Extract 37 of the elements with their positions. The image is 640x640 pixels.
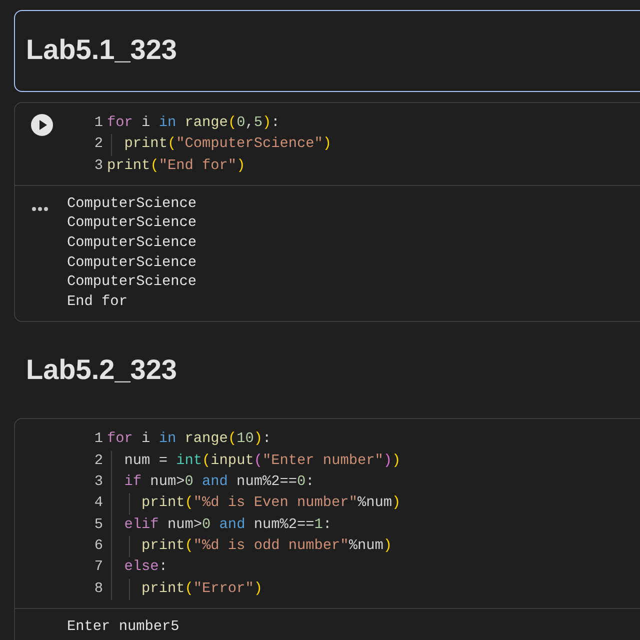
code-line: print("%d is Even number"%num) [107, 493, 401, 515]
text-cell[interactable]: Lab5.1_323 [14, 10, 640, 92]
text-cell[interactable]: Lab5.2_323 [14, 330, 640, 412]
output-line: ComputerScience [67, 254, 197, 273]
code-line: num = int(input("Enter number")) [107, 450, 401, 472]
line-number: 5 [93, 516, 104, 535]
code-line: for i in range(10): [107, 430, 272, 450]
code-line: print("End for") [107, 156, 246, 176]
line-number: 2 [93, 135, 104, 154]
code-line: print("ComputerScience") [107, 134, 332, 156]
line-number: 3 [93, 156, 104, 176]
line-number: 3 [93, 473, 104, 492]
output-menu-icon[interactable] [32, 206, 48, 211]
output-line: Enter number5 [67, 618, 180, 637]
code-line: elif num>0 and num%2==1: [107, 514, 332, 536]
output-line: ComputerScience [67, 234, 197, 254]
line-number: 2 [93, 452, 104, 471]
line-number: 4 [93, 494, 104, 514]
line-number: 7 [93, 558, 104, 578]
output-line: ComputerScience [67, 194, 197, 214]
line-number: 6 [93, 536, 104, 556]
code-cell[interactable]: 1 for i in range(0,5): 2 print("ComputerScience") 3 print("End for") ComputerScience ComputerScience ComputerScience ComputerScience ComputerScience End for [14, 102, 640, 322]
code-cell[interactable] [14, 418, 640, 640]
cell-heading: Lab5.2_323 [26, 353, 178, 388]
line-number: 8 [93, 580, 104, 599]
code-line: print("Error") [107, 578, 262, 600]
code-line: if num>0 and num%2==0: [107, 472, 314, 494]
code-line: else: [107, 557, 168, 579]
output-line: End for [67, 292, 128, 312]
run-button-icon[interactable] [30, 113, 54, 137]
cell-heading: Lab5.1_323 [26, 33, 178, 67]
line-number: 1 [93, 114, 104, 133]
line-number: 1 [93, 430, 104, 450]
code-line: print("%d is odd number"%num) [107, 536, 392, 558]
code-line: for i in range(0,5): [107, 114, 280, 133]
output-line: ComputerScience [67, 273, 197, 292]
output-line: ComputerScience [67, 214, 197, 234]
